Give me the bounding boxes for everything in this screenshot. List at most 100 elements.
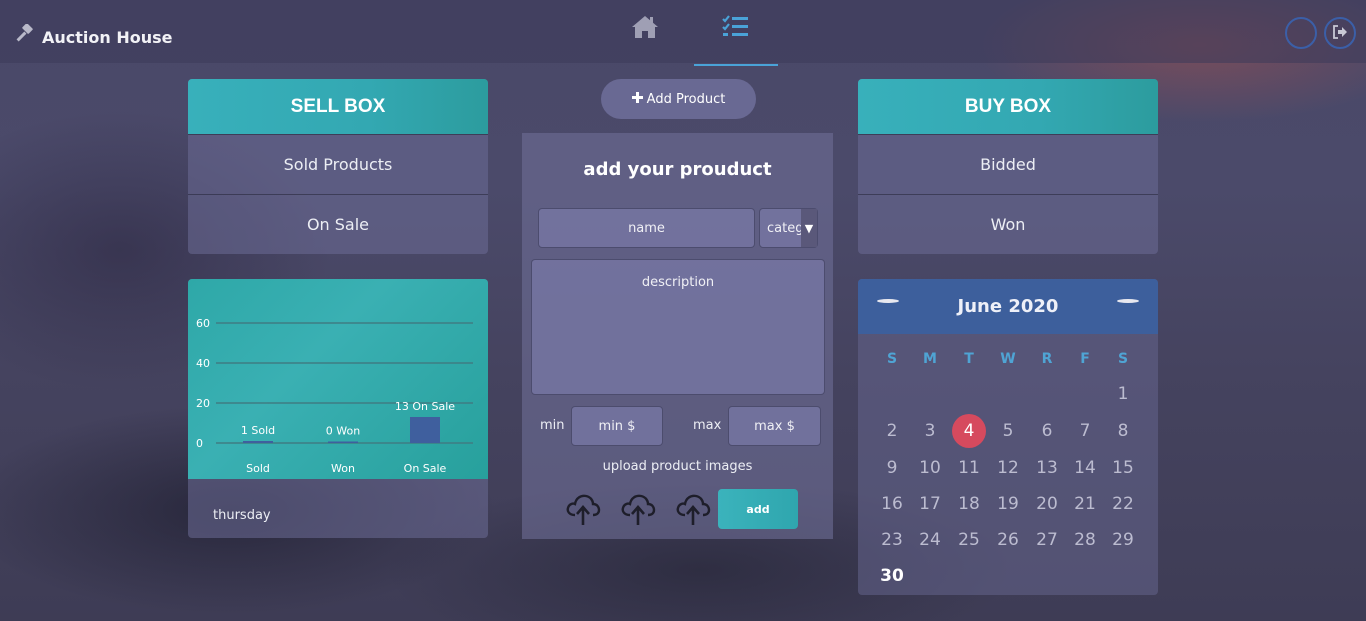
weekday-label: S [1117,351,1129,367]
sell-box-title: SELL BOX [188,79,488,134]
calendar-day[interactable]: 5 [991,414,1025,448]
dropdown-arrow-icon: ▼ [801,209,817,247]
weekday-label: S [886,351,898,367]
calendar-day[interactable]: 2 [875,414,909,448]
calendar-day[interactable]: 28 [1068,523,1102,557]
calendar-day[interactable]: 17 [913,487,947,521]
weekday-label: T [964,351,974,367]
calendar-day[interactable]: 22 [1106,487,1140,521]
calendar-day[interactable]: 27 [1030,523,1064,557]
calendar-day[interactable]: 11 [952,451,986,485]
upload-image-3[interactable] [675,493,711,527]
calendar-day[interactable]: 20 [1030,487,1064,521]
min-price-input[interactable]: min $ [571,406,663,446]
logout-button[interactable] [1324,17,1356,49]
calendar-day[interactable]: 7 [1068,414,1102,448]
y-tick-label: 20 [196,397,210,410]
next-month-icon[interactable] [1117,299,1139,303]
max-placeholder: max $ [754,418,795,434]
calendar-day[interactable]: 12 [991,451,1025,485]
nav-tab-home[interactable] [603,14,687,66]
max-label: max [693,418,722,433]
description-placeholder: description [641,275,715,290]
category-select[interactable]: categ ▼ [759,208,818,248]
x-tick-label: Won [331,462,355,475]
bar-chart: 0 20 40 60 1 Sold Sold 0 Won Won 13 On Sale On Sa… [196,317,473,475]
name-input[interactable]: name [538,208,755,248]
data-label: 13 On Sale [395,400,455,413]
calendar-day[interactable]: 9 [875,451,909,485]
sell-item-on-sale[interactable]: On Sale [188,194,488,254]
description-textarea[interactable]: description [531,259,825,395]
calendar-day[interactable]: 3 [913,414,947,448]
brand[interactable]: Auction House [14,23,173,50]
add-submit-button[interactable]: add [718,489,798,529]
buy-box-title: BUY BOX [858,79,1158,134]
upload-label: upload product images [602,459,753,474]
add-product-button[interactable]: Add Product [601,79,756,119]
sell-item-sold-products[interactable]: Sold Products [188,134,488,194]
plus-icon [631,91,643,107]
bar [243,441,273,443]
chart-area: 0 20 40 60 1 Sold Sold 0 Won Won 13 On Sale On Sa… [188,279,488,479]
max-price-input[interactable]: max $ [728,406,821,446]
calendar-day[interactable]: 21 [1068,487,1102,521]
calendar-day[interactable]: 15 [1106,451,1140,485]
prev-month-icon[interactable] [877,299,899,303]
weekday-label: W [1000,351,1016,367]
min-placeholder: min $ [598,418,636,434]
calendar-day[interactable]: 24 [913,523,947,557]
gavel-icon [14,23,36,50]
buy-item-won[interactable]: Won [858,194,1158,254]
calendar-day[interactable]: 13 [1030,451,1064,485]
calendar-day[interactable]: 19 [991,487,1025,521]
bar [410,417,440,443]
cloud-upload-icon [620,494,656,531]
calendar-day[interactable]: 18 [952,487,986,521]
calendar-day[interactable]: 16 [875,487,909,521]
sell-box: SELL BOX Sold Products On Sale [188,79,488,254]
calendar-day[interactable]: 1 [1106,377,1140,411]
form-title: add your prouduct [583,159,772,180]
calendar-month-label: June 2020 [957,296,1059,317]
weekday-label: F [1080,351,1090,367]
add-product-label: Add Product [646,91,726,107]
x-tick-label: Sold [246,462,270,475]
weekday-label: R [1041,351,1053,367]
upload-image-1[interactable] [565,493,601,527]
x-tick-label: On Sale [404,462,447,475]
sign-out-icon [1332,24,1348,43]
tasks-list-icon [721,14,751,66]
data-label: 0 Won [326,425,360,438]
cloud-upload-icon [675,494,711,531]
calendar-day[interactable]: 25 [952,523,986,557]
profile-button[interactable] [1285,17,1317,49]
calendar-day[interactable]: 26 [991,523,1025,557]
home-icon [630,14,660,66]
bar [328,441,358,443]
calendar-header: June 2020 [858,279,1158,334]
calendar-day[interactable]: 6 [1030,414,1064,448]
y-tick-label: 0 [196,437,203,450]
name-placeholder: name [628,220,665,236]
nav-tab-tasks[interactable] [694,14,778,66]
app-title: Auction House [42,27,173,47]
upload-image-2[interactable] [620,493,656,527]
calendar-day[interactable]: 30 [875,559,909,593]
category-value: categ [767,220,804,236]
add-product-form: add your prouduct name categ ▼ descripti… [522,133,833,539]
y-tick-label: 60 [196,317,210,330]
calendar-day[interactable]: 29 [1106,523,1140,557]
min-label: min [540,418,565,433]
calendar-day-today[interactable]: 4 [952,414,986,448]
calendar-day[interactable]: 23 [875,523,909,557]
buy-item-bidded[interactable]: Bidded [858,134,1158,194]
calendar: June 2020 S M T W R F S 1 2 3 4 5 6 7 8 9 10 11 12 13 14 15 16… [858,279,1158,595]
day-label: thursday [213,508,271,523]
y-tick-label: 40 [196,357,210,370]
calendar-day[interactable]: 10 [913,451,947,485]
calendar-day[interactable]: 14 [1068,451,1102,485]
weekday-label: M [923,351,937,367]
calendar-day[interactable]: 8 [1106,414,1140,448]
buy-box: BUY BOX Bidded Won [858,79,1158,254]
